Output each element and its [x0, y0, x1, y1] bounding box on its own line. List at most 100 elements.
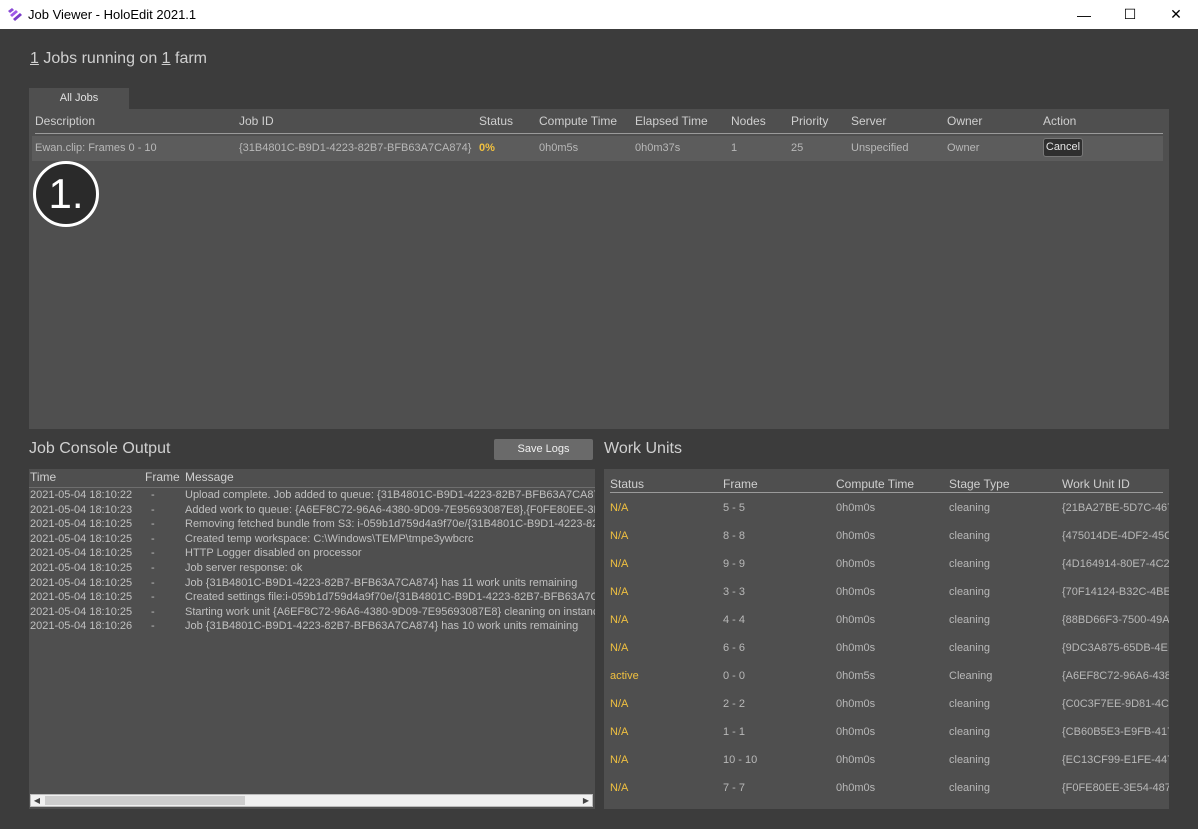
wu-id: {CB60B5E3-E9FB-417 [1062, 726, 1169, 738]
col-owner[interactable]: Owner [947, 114, 982, 128]
wu-frame: 10 - 10 [723, 754, 758, 766]
wu-status: N/A [610, 782, 629, 794]
list-item[interactable]: 2021-05-04 18:10:25 - Job {31B4801C-B9D1-4… [29, 577, 595, 592]
col-elapsed-time[interactable]: Elapsed Time [635, 114, 708, 128]
table-row[interactable]: N/A 5 - 5 0h0m0s cleaning {21BA27BE-5D7C-467 [610, 494, 1169, 522]
wu-stage: cleaning [949, 726, 990, 738]
list-item[interactable]: 2021-05-04 18:10:26 - Job {31B4801C-B9D1-4… [29, 620, 595, 635]
list-item[interactable]: 2021-05-04 18:10:25 - Created temp workspa… [29, 533, 595, 548]
table-row[interactable]: N/A 1 - 1 0h0m0s cleaning {CB60B5E3-E9FB-417 [610, 718, 1169, 746]
table-row[interactable]: N/A 10 - 10 0h0m0s cleaning {EC13CF99-E1FE-4… [610, 746, 1169, 774]
table-row[interactable]: active 0 - 0 0h0m5s Cleaning {A6EF8C72-96A6-… [610, 662, 1169, 690]
wu-stage: cleaning [949, 558, 990, 570]
job-owner: Owner [947, 142, 980, 154]
wu-id: {EC13CF99-E1FE-447 [1062, 754, 1169, 766]
col-wu-frame[interactable]: Frame [723, 477, 758, 491]
console-horizontal-scrollbar[interactable]: ◀ ▶ [30, 794, 593, 807]
table-row[interactable]: N/A 7 - 7 0h0m0s cleaning {F0FE80EE-3E54-487 [610, 774, 1169, 802]
col-wu-stage-type[interactable]: Stage Type [949, 477, 1010, 491]
farm-count-link[interactable]: 1 [162, 50, 171, 67]
list-item[interactable]: 2021-05-04 18:10:25 - Starting work unit {… [29, 606, 595, 621]
table-row[interactable]: N/A 6 - 6 0h0m0s cleaning {9DC3A875-65DB-4E [610, 634, 1168, 662]
col-message[interactable]: Message [185, 470, 234, 484]
log-time: 2021-05-04 18:10:25 [30, 518, 133, 531]
log-frame: - [151, 591, 155, 604]
log-message: Created settings file:i-059b1d759d4a9f70… [185, 591, 595, 604]
wu-id: {475014DE-4DF2-45C [1062, 530, 1169, 542]
list-item[interactable]: 2021-05-04 18:10:23 - Added work to queue:… [29, 504, 595, 519]
list-item[interactable]: 2021-05-04 18:10:25 - Created settings fil… [29, 591, 595, 606]
jobs-table-header: Description Job ID Status Compute Time E… [35, 114, 1163, 134]
col-action[interactable]: Action [1043, 114, 1076, 128]
log-frame: - [151, 547, 155, 560]
console-lines: 2021-05-04 18:10:22 - Upload complete. Job… [29, 489, 595, 789]
list-item[interactable]: 2021-05-04 18:10:22 - Upload complete. Job… [29, 489, 595, 504]
wu-frame: 0 - 0 [723, 670, 746, 682]
console-header: Time Frame Message [29, 469, 595, 488]
wu-status: N/A [610, 530, 629, 542]
log-frame: - [151, 532, 155, 545]
col-description[interactable]: Description [35, 114, 95, 128]
table-row[interactable]: N/A 8 - 8 0h0m0s cleaning {475014DE-4DF2-45C [610, 522, 1169, 550]
col-wu-compute-time[interactable]: Compute Time [836, 477, 914, 491]
wu-id: {21BA27BE-5D7C-467 [1062, 502, 1169, 514]
table-row[interactable]: Ewan.clip: Frames 0 - 10 {31B4801C-B9D1-… [32, 136, 1163, 161]
list-item[interactable]: 2021-05-04 18:10:25 - Job server response:… [29, 562, 595, 577]
col-priority[interactable]: Priority [791, 114, 828, 128]
wu-stage: cleaning [949, 586, 990, 598]
console-output[interactable]: Time Frame Message 2021-05-04 18:10:22 - U… [29, 469, 595, 809]
wu-frame: 1 - 1 [723, 726, 746, 738]
wu-id: {A6EF8C72-96A6-438 [1062, 670, 1169, 682]
jobs-count-link[interactable]: 1 [30, 50, 39, 67]
job-priority: 25 [791, 142, 804, 154]
col-wu-status[interactable]: Status [610, 477, 644, 491]
farm-summary-text: farm [170, 50, 208, 67]
wu-stage: cleaning [949, 614, 990, 626]
wu-status: N/A [610, 726, 629, 738]
log-frame: - [151, 518, 155, 531]
wu-compute: 0h0m0s [836, 642, 876, 654]
tab-all-jobs[interactable]: All Jobs [29, 88, 129, 109]
wu-compute: 0h0m0s [836, 530, 876, 542]
wu-status: N/A [610, 754, 629, 766]
log-message: Removing fetched bundle from S3: i-059b1… [185, 518, 595, 531]
log-time: 2021-05-04 18:10:25 [30, 532, 133, 545]
wu-frame: 2 - 2 [723, 698, 746, 710]
maximize-button[interactable]: ☐ [1107, 0, 1153, 29]
console-title: Job Console Output [29, 440, 171, 457]
list-item[interactable]: 2021-05-04 18:10:25 - Removing fetched bun… [29, 518, 595, 533]
col-job-id[interactable]: Job ID [239, 114, 274, 128]
wu-status: N/A [610, 614, 629, 626]
close-icon: ✕ [1170, 6, 1182, 22]
col-wu-id[interactable]: Work Unit ID [1062, 477, 1130, 491]
scroll-thumb[interactable] [45, 796, 245, 805]
col-time[interactable]: Time [30, 470, 56, 484]
table-row[interactable]: N/A 4 - 4 0h0m0s cleaning {88BD66F3-7500-49A [610, 606, 1169, 634]
col-status[interactable]: Status [479, 114, 513, 128]
scroll-left-icon[interactable]: ◀ [31, 795, 43, 806]
log-frame: - [151, 605, 155, 618]
wu-stage: cleaning [949, 530, 990, 542]
wu-compute: 0h0m0s [836, 782, 876, 794]
wu-frame: 6 - 6 [723, 642, 746, 654]
minimize-button[interactable]: — [1061, 0, 1107, 29]
wu-compute: 0h0m0s [836, 586, 876, 598]
holoedit-logo-icon [8, 8, 22, 21]
col-server[interactable]: Server [851, 114, 886, 128]
cancel-job-button[interactable]: Cancel [1043, 138, 1083, 157]
wu-id: {88BD66F3-7500-49A [1062, 614, 1169, 626]
col-nodes[interactable]: Nodes [731, 114, 766, 128]
list-item[interactable]: 2021-05-04 18:10:25 - HTTP Logger disabled… [29, 547, 595, 562]
save-logs-button[interactable]: Save Logs [494, 439, 593, 460]
log-time: 2021-05-04 18:10:25 [30, 576, 133, 589]
table-row[interactable]: N/A 3 - 3 0h0m0s cleaning {70F14124-B32C-4BE [610, 578, 1169, 606]
scroll-right-icon[interactable]: ▶ [580, 795, 592, 806]
log-time: 2021-05-04 18:10:25 [30, 591, 133, 604]
close-button[interactable]: ✕ [1153, 0, 1198, 29]
col-frame[interactable]: Frame [145, 470, 180, 484]
table-row[interactable]: N/A 2 - 2 0h0m0s cleaning {C0C3F7EE-9D81-4C [610, 690, 1169, 718]
table-row[interactable]: N/A 9 - 9 0h0m0s cleaning {4D164914-80E7-4C2 [610, 550, 1169, 578]
col-compute-time[interactable]: Compute Time [539, 114, 617, 128]
title-bar: Job Viewer - HoloEdit 2021.1 — ☐ ✕ [0, 0, 1198, 29]
wu-status: N/A [610, 642, 629, 654]
